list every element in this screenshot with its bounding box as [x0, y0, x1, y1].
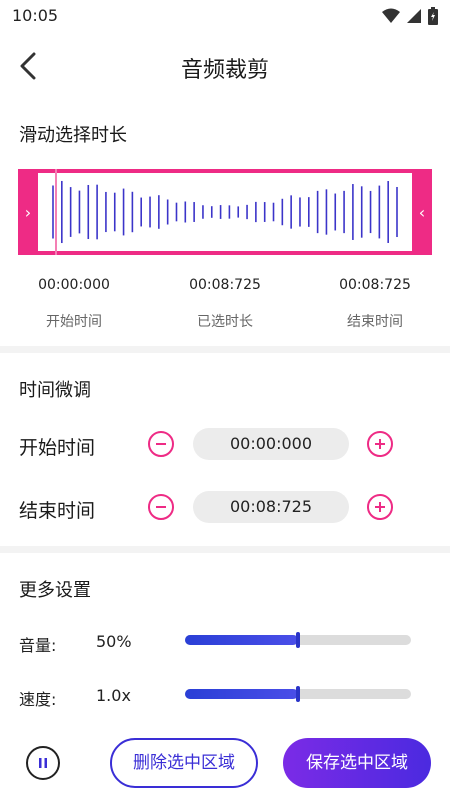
end-time-field[interactable]: 00:08:725	[193, 491, 349, 523]
delete-selection-button[interactable]: 删除选中区域	[110, 738, 258, 788]
minus-icon	[156, 443, 166, 445]
save-selection-button[interactable]: 保存选中区域	[283, 738, 431, 788]
start-time-value: 00:00:000	[38, 277, 110, 293]
page-title: 音频裁剪	[180, 58, 269, 83]
section-title-fine-tune: 时间微调	[19, 376, 91, 404]
speed-label: 速度:	[19, 690, 57, 709]
time-labels-row: 开始时间 已选时长 结束时间	[0, 311, 450, 331]
time-values-row: 00:00:000 00:08:725 00:08:725	[0, 277, 450, 297]
volume-slider-thumb[interactable]	[296, 632, 300, 648]
plus-icon	[375, 439, 385, 449]
speed-value: 1.0x	[96, 686, 131, 705]
end-time-label: 结束时间	[347, 314, 403, 330]
right-trim-handle[interactable]: ‹	[412, 169, 432, 255]
section-title-more-settings: 更多设置	[19, 576, 91, 604]
volume-slider-fill	[185, 635, 298, 645]
status-bar: 10:05	[0, 0, 450, 32]
end-decrease-button[interactable]	[148, 494, 174, 520]
start-decrease-button[interactable]	[148, 431, 174, 457]
waveform	[52, 180, 398, 244]
battery-icon	[428, 7, 438, 25]
end-time-value: 00:08:725	[339, 277, 411, 293]
section-title-fine-tune-text: 时间微调	[19, 380, 91, 401]
section-title-more-settings-text: 更多设置	[19, 580, 91, 601]
status-icons	[382, 7, 438, 25]
wifi-icon	[382, 8, 400, 23]
playhead[interactable]	[55, 169, 57, 255]
waveform-area[interactable]	[38, 173, 412, 251]
volume-value: 50%	[96, 632, 132, 651]
start-time-field[interactable]: 00:00:000	[193, 428, 349, 460]
status-time: 10:05	[12, 6, 59, 25]
pause-button[interactable]	[26, 746, 60, 780]
speed-slider-fill	[185, 689, 298, 699]
selected-duration-label: 已选时长	[197, 314, 253, 330]
pause-icon	[39, 758, 47, 768]
volume-label: 音量:	[19, 636, 57, 655]
signal-icon	[407, 9, 421, 23]
fine-tune-start-label: 开始时间	[19, 437, 96, 459]
end-increase-button[interactable]	[367, 494, 393, 520]
left-trim-handle[interactable]: ›	[18, 169, 38, 255]
section-divider	[0, 546, 450, 553]
section-divider	[0, 346, 450, 353]
section-title-slide-text: 滑动选择时长	[19, 125, 127, 146]
volume-slider[interactable]	[185, 632, 411, 648]
start-increase-button[interactable]	[367, 431, 393, 457]
header: 音频裁剪	[0, 40, 450, 92]
fine-tune-end-label: 结束时间	[19, 500, 96, 522]
plus-icon	[375, 502, 385, 512]
waveform-selector[interactable]: › ‹	[18, 169, 432, 255]
speed-slider-thumb[interactable]	[296, 686, 300, 702]
section-title-slide: 滑动选择时长	[19, 121, 127, 149]
minus-icon	[156, 506, 166, 508]
speed-slider[interactable]	[185, 686, 411, 702]
selected-duration-value: 00:08:725	[189, 277, 261, 293]
start-time-label: 开始时间	[46, 314, 102, 330]
